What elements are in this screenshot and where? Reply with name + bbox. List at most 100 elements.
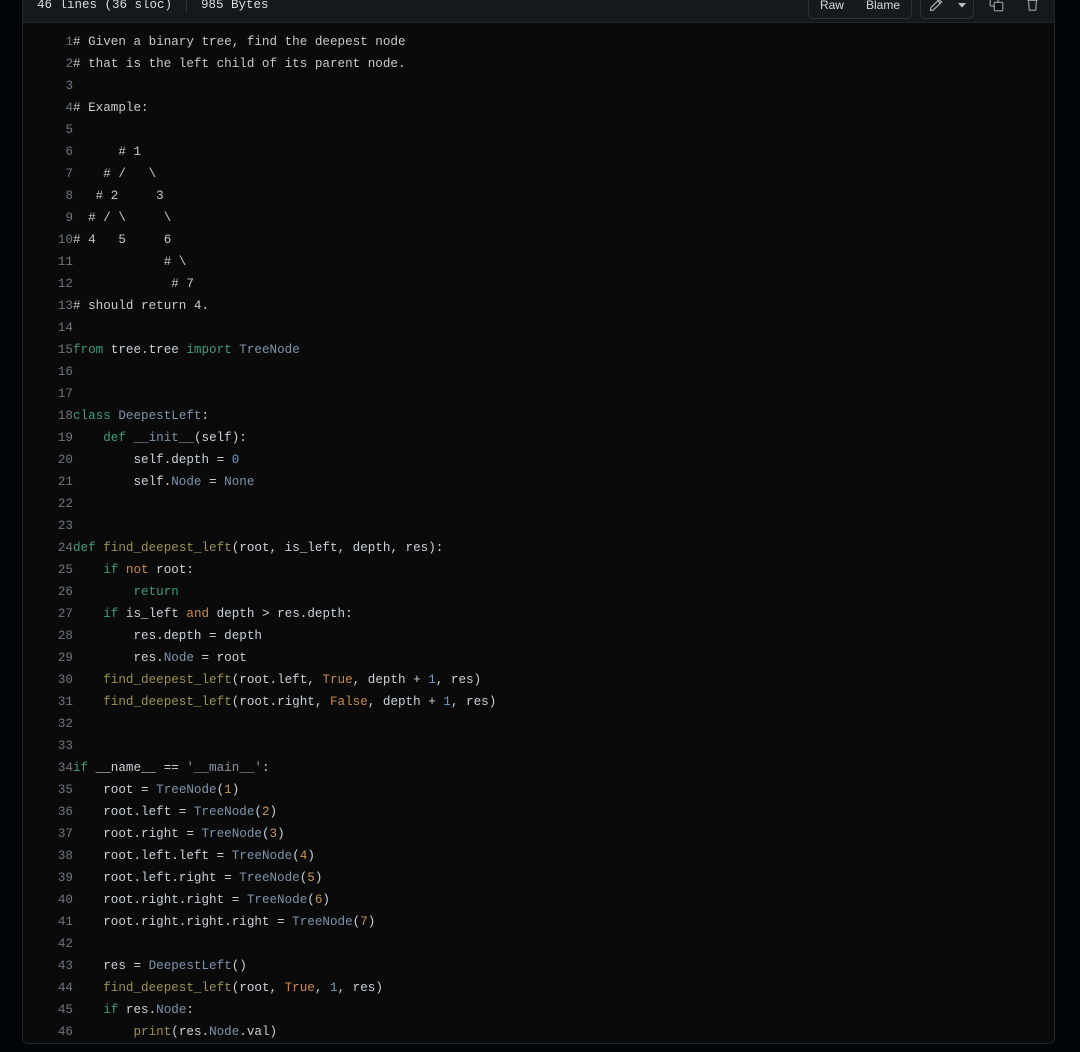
edit-file-button[interactable] (921, 0, 951, 18)
line-number[interactable]: 4 (23, 97, 73, 119)
line-number[interactable]: 45 (23, 999, 73, 1021)
line-number[interactable]: 11 (23, 251, 73, 273)
line-content[interactable]: # 4 5 6 (73, 229, 1054, 251)
line-content[interactable]: if __name__ == '__main__': (73, 757, 1054, 779)
line-content[interactable] (73, 383, 1054, 405)
line-number[interactable]: 32 (23, 713, 73, 735)
line-number[interactable]: 5 (23, 119, 73, 141)
line-content[interactable]: if not root: (73, 559, 1054, 581)
line-number[interactable]: 40 (23, 889, 73, 911)
line-content[interactable]: # Example: (73, 97, 1054, 119)
line-number[interactable]: 3 (23, 75, 73, 97)
line-content[interactable] (73, 361, 1054, 383)
line-number[interactable]: 20 (23, 449, 73, 471)
line-number[interactable]: 34 (23, 757, 73, 779)
line-content[interactable]: self.depth = 0 (73, 449, 1054, 471)
line-number[interactable]: 23 (23, 515, 73, 537)
line-number[interactable]: 24 (23, 537, 73, 559)
line-number[interactable]: 18 (23, 405, 73, 427)
line-content[interactable]: from tree.tree import TreeNode (73, 339, 1054, 361)
edit-options-dropdown-button[interactable] (951, 0, 973, 18)
line-number[interactable]: 25 (23, 559, 73, 581)
line-content[interactable]: if res.Node: (73, 999, 1054, 1021)
line-content[interactable] (73, 493, 1054, 515)
line-content[interactable]: res.depth = depth (73, 625, 1054, 647)
line-number[interactable]: 36 (23, 801, 73, 823)
code-line: 42 (23, 933, 1054, 955)
copy-file-button[interactable] (982, 0, 1010, 18)
line-content[interactable]: # 2 3 (73, 185, 1054, 207)
line-number[interactable]: 43 (23, 955, 73, 977)
line-content[interactable] (73, 933, 1054, 955)
line-number[interactable]: 12 (23, 273, 73, 295)
line-number[interactable]: 1 (23, 31, 73, 53)
line-number[interactable]: 7 (23, 163, 73, 185)
line-content[interactable] (73, 317, 1054, 339)
line-content[interactable]: root.right = TreeNode(3) (73, 823, 1054, 845)
line-number[interactable]: 28 (23, 625, 73, 647)
line-content[interactable]: # / \ \ (73, 207, 1054, 229)
blame-button[interactable]: Blame (855, 0, 911, 18)
line-content[interactable]: find_deepest_left(root.left, True, depth… (73, 669, 1054, 691)
line-number[interactable]: 16 (23, 361, 73, 383)
line-number[interactable]: 19 (23, 427, 73, 449)
line-content[interactable] (73, 735, 1054, 757)
line-content[interactable]: # that is the left child of its parent n… (73, 53, 1054, 75)
line-number[interactable]: 29 (23, 647, 73, 669)
line-content[interactable] (73, 75, 1054, 97)
line-number[interactable]: 41 (23, 911, 73, 933)
delete-file-button[interactable] (1018, 0, 1046, 18)
line-number[interactable]: 30 (23, 669, 73, 691)
line-content[interactable]: self.Node = None (73, 471, 1054, 493)
line-content[interactable]: root.left.left = TreeNode(4) (73, 845, 1054, 867)
line-number[interactable]: 33 (23, 735, 73, 757)
line-number[interactable]: 38 (23, 845, 73, 867)
line-content[interactable]: find_deepest_left(root.right, False, dep… (73, 691, 1054, 713)
line-number[interactable]: 2 (23, 53, 73, 75)
line-content[interactable]: # should return 4. (73, 295, 1054, 317)
line-number[interactable]: 27 (23, 603, 73, 625)
line-content[interactable] (73, 515, 1054, 537)
line-number[interactable]: 37 (23, 823, 73, 845)
line-content[interactable]: if is_left and depth > res.depth: (73, 603, 1054, 625)
line-number[interactable]: 15 (23, 339, 73, 361)
line-number[interactable]: 6 (23, 141, 73, 163)
line-content[interactable]: root.right.right.right = TreeNode(7) (73, 911, 1054, 933)
line-content[interactable]: # / \ (73, 163, 1054, 185)
line-content[interactable]: return (73, 581, 1054, 603)
line-number[interactable]: 26 (23, 581, 73, 603)
line-number[interactable]: 39 (23, 867, 73, 889)
line-content[interactable]: def __init__(self): (73, 427, 1054, 449)
line-number[interactable]: 42 (23, 933, 73, 955)
line-number[interactable]: 8 (23, 185, 73, 207)
line-number[interactable]: 44 (23, 977, 73, 999)
line-content[interactable]: # \ (73, 251, 1054, 273)
line-number[interactable]: 21 (23, 471, 73, 493)
line-content[interactable]: res = DeepestLeft() (73, 955, 1054, 977)
line-content[interactable] (73, 119, 1054, 141)
line-content[interactable]: # 7 (73, 273, 1054, 295)
code-token: find_deepest_left (103, 981, 232, 995)
line-number[interactable]: 17 (23, 383, 73, 405)
line-content[interactable]: root.left.right = TreeNode(5) (73, 867, 1054, 889)
line-content[interactable] (73, 713, 1054, 735)
line-content[interactable]: root.right.right = TreeNode(6) (73, 889, 1054, 911)
line-content[interactable]: def find_deepest_left(root, is_left, dep… (73, 537, 1054, 559)
line-content[interactable]: res.Node = root (73, 647, 1054, 669)
line-number[interactable]: 46 (23, 1021, 73, 1043)
line-content[interactable]: root = TreeNode(1) (73, 779, 1054, 801)
line-number[interactable]: 31 (23, 691, 73, 713)
line-content[interactable]: find_deepest_left(root, True, 1, res) (73, 977, 1054, 999)
line-number[interactable]: 10 (23, 229, 73, 251)
line-content[interactable]: print(res.Node.val) (73, 1021, 1054, 1043)
raw-button[interactable]: Raw (809, 0, 855, 18)
line-content[interactable]: root.left = TreeNode(2) (73, 801, 1054, 823)
line-content[interactable]: # 1 (73, 141, 1054, 163)
line-number[interactable]: 35 (23, 779, 73, 801)
line-number[interactable]: 13 (23, 295, 73, 317)
line-number[interactable]: 22 (23, 493, 73, 515)
line-content[interactable]: class DeepestLeft: (73, 405, 1054, 427)
line-number[interactable]: 14 (23, 317, 73, 339)
line-content[interactable]: # Given a binary tree, find the deepest … (73, 31, 1054, 53)
line-number[interactable]: 9 (23, 207, 73, 229)
